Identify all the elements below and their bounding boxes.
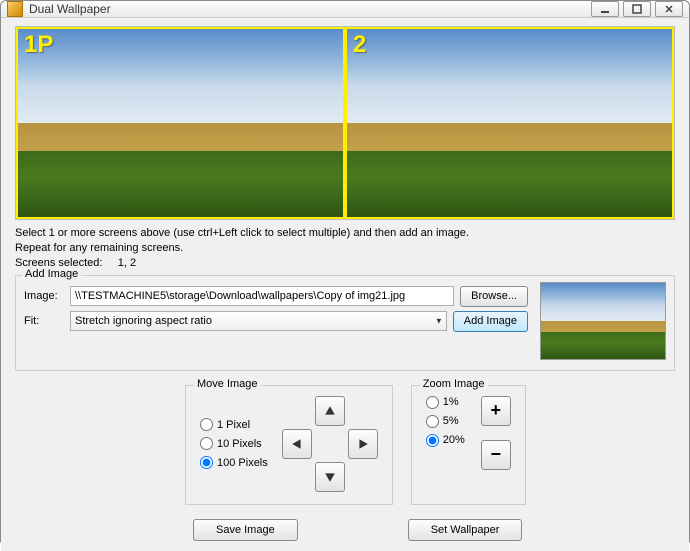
screens-preview[interactable]: 1P 2 bbox=[15, 26, 675, 220]
move-down-button[interactable] bbox=[315, 462, 345, 492]
image-path-label: Image: bbox=[24, 290, 64, 302]
screen-1[interactable]: 1P bbox=[16, 27, 345, 219]
move-radio-100px[interactable]: 100 Pixels bbox=[200, 456, 268, 469]
screens-selected-line: Screens selected: 1, 2 bbox=[15, 256, 675, 271]
screen-label: 2 bbox=[353, 31, 366, 59]
zoom-image-group: Zoom Image 1% 5% 20% + − bbox=[411, 385, 526, 505]
preview-thumb bbox=[541, 283, 665, 359]
zoom-out-button[interactable]: − bbox=[481, 440, 511, 470]
bottom-buttons: Save Image Set Wallpaper bbox=[193, 519, 675, 541]
move-step-radios: 1 Pixel 10 Pixels 100 Pixels bbox=[200, 418, 268, 469]
controls-row: Move Image 1 Pixel 10 Pixels 100 Pixels bbox=[185, 385, 675, 505]
group-title: Zoom Image bbox=[420, 378, 488, 390]
radio-input[interactable] bbox=[426, 396, 439, 409]
radio-input[interactable] bbox=[200, 418, 213, 431]
add-image-group: Add Image Image: Browse... Fit: Stretch … bbox=[15, 275, 675, 371]
zoom-radio-20[interactable]: 20% bbox=[426, 434, 465, 447]
radio-label: 20% bbox=[443, 434, 465, 446]
close-button[interactable] bbox=[655, 1, 683, 17]
image-preview bbox=[540, 282, 666, 360]
selected-value: 1, 2 bbox=[118, 257, 136, 269]
radio-input[interactable] bbox=[200, 437, 213, 450]
wallpaper-thumb bbox=[18, 29, 343, 217]
add-image-button[interactable]: Add Image bbox=[453, 311, 528, 332]
zoom-step-radios: 1% 5% 20% bbox=[426, 396, 465, 470]
radio-label: 5% bbox=[443, 415, 459, 427]
instruction-line: Select 1 or more screens above (use ctrl… bbox=[15, 226, 675, 241]
set-wallpaper-button[interactable]: Set Wallpaper bbox=[408, 519, 523, 541]
move-left-button[interactable] bbox=[282, 429, 312, 459]
fit-select[interactable]: Stretch ignoring aspect ratio bbox=[70, 311, 447, 331]
screen-label: 1P bbox=[24, 31, 53, 59]
radio-input[interactable] bbox=[426, 415, 439, 428]
zoom-radio-1[interactable]: 1% bbox=[426, 396, 465, 409]
window-controls bbox=[591, 1, 683, 17]
group-title: Add Image bbox=[22, 268, 81, 280]
wallpaper-thumb bbox=[347, 29, 672, 217]
move-up-button[interactable] bbox=[315, 396, 345, 426]
move-radio-10px[interactable]: 10 Pixels bbox=[200, 437, 268, 450]
radio-label: 100 Pixels bbox=[217, 457, 268, 469]
zoom-in-button[interactable]: + bbox=[481, 396, 511, 426]
save-image-button[interactable]: Save Image bbox=[193, 519, 298, 541]
radio-label: 1% bbox=[443, 396, 459, 408]
image-path-input[interactable] bbox=[70, 286, 454, 306]
radio-input[interactable] bbox=[426, 434, 439, 447]
radio-label: 1 Pixel bbox=[217, 419, 250, 431]
radio-input[interactable] bbox=[200, 456, 213, 469]
maximize-button[interactable] bbox=[623, 1, 651, 17]
radio-label: 10 Pixels bbox=[217, 438, 262, 450]
group-title: Move Image bbox=[194, 378, 261, 390]
client-area: 1P 2 Select 1 or more screens above (use… bbox=[1, 18, 689, 551]
app-window: Dual Wallpaper 1P 2 Select 1 or more bbox=[0, 0, 690, 543]
app-icon bbox=[7, 1, 23, 17]
move-right-button[interactable] bbox=[348, 429, 378, 459]
move-radio-1px[interactable]: 1 Pixel bbox=[200, 418, 268, 431]
move-image-group: Move Image 1 Pixel 10 Pixels 100 Pixels bbox=[185, 385, 393, 505]
zoom-radio-5[interactable]: 5% bbox=[426, 415, 465, 428]
screen-2[interactable]: 2 bbox=[345, 27, 674, 219]
minimize-button[interactable] bbox=[591, 1, 619, 17]
fit-label: Fit: bbox=[24, 315, 64, 327]
instructions-text: Select 1 or more screens above (use ctrl… bbox=[15, 226, 675, 271]
titlebar: Dual Wallpaper bbox=[1, 1, 689, 18]
move-dpad bbox=[282, 396, 378, 492]
browse-button[interactable]: Browse... bbox=[460, 286, 528, 307]
instruction-line: Repeat for any remaining screens. bbox=[15, 241, 675, 256]
window-title: Dual Wallpaper bbox=[29, 2, 591, 16]
